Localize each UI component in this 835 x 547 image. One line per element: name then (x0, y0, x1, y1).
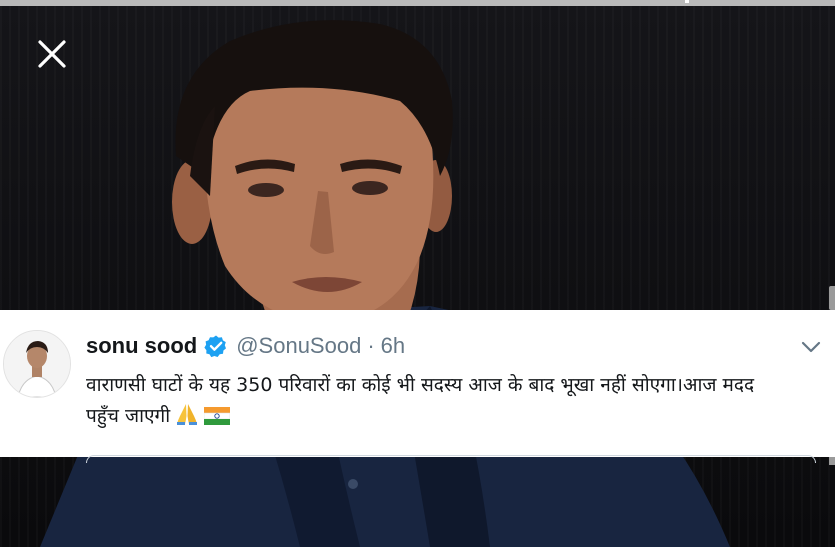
avatar[interactable] (3, 330, 71, 398)
scroll-handle[interactable] (829, 286, 835, 310)
verified-badge-icon (204, 335, 227, 358)
tweet-header: sonu sood @SonuSood · 6h (86, 332, 405, 360)
author-handle[interactable]: @SonuSood (236, 333, 361, 359)
chevron-down-icon[interactable] (800, 340, 822, 354)
scroll-handle-lower[interactable] (829, 457, 835, 465)
close-icon (38, 40, 66, 68)
tweet-text-line-2: पहुँच जाएगी (86, 405, 171, 427)
tweet-text-line: वाराणसी घाटों के यह 350 परिवारों का कोई … (86, 374, 755, 396)
photo-backdrop (0, 6, 835, 547)
avatar-image (4, 331, 70, 397)
author-name[interactable]: sonu sood (86, 333, 197, 359)
close-button[interactable] (36, 38, 68, 70)
meta-separator: · (367, 333, 375, 358)
tweet-card[interactable]: sonu sood @SonuSood · 6h वाराणसी घाटों क… (0, 310, 835, 457)
person-photo (40, 20, 730, 547)
india-flag-emoji (204, 407, 231, 425)
tweet-text: वाराणसी घाटों के यह 350 परिवारों का कोई … (86, 370, 821, 432)
tweet-text-line: पहुँच जाएगी (86, 401, 821, 432)
tweet-timestamp[interactable]: 6h (381, 333, 405, 359)
folded-hands-emoji (177, 404, 198, 425)
top-strip-dot (685, 0, 689, 3)
embedded-card-edge (86, 455, 816, 463)
